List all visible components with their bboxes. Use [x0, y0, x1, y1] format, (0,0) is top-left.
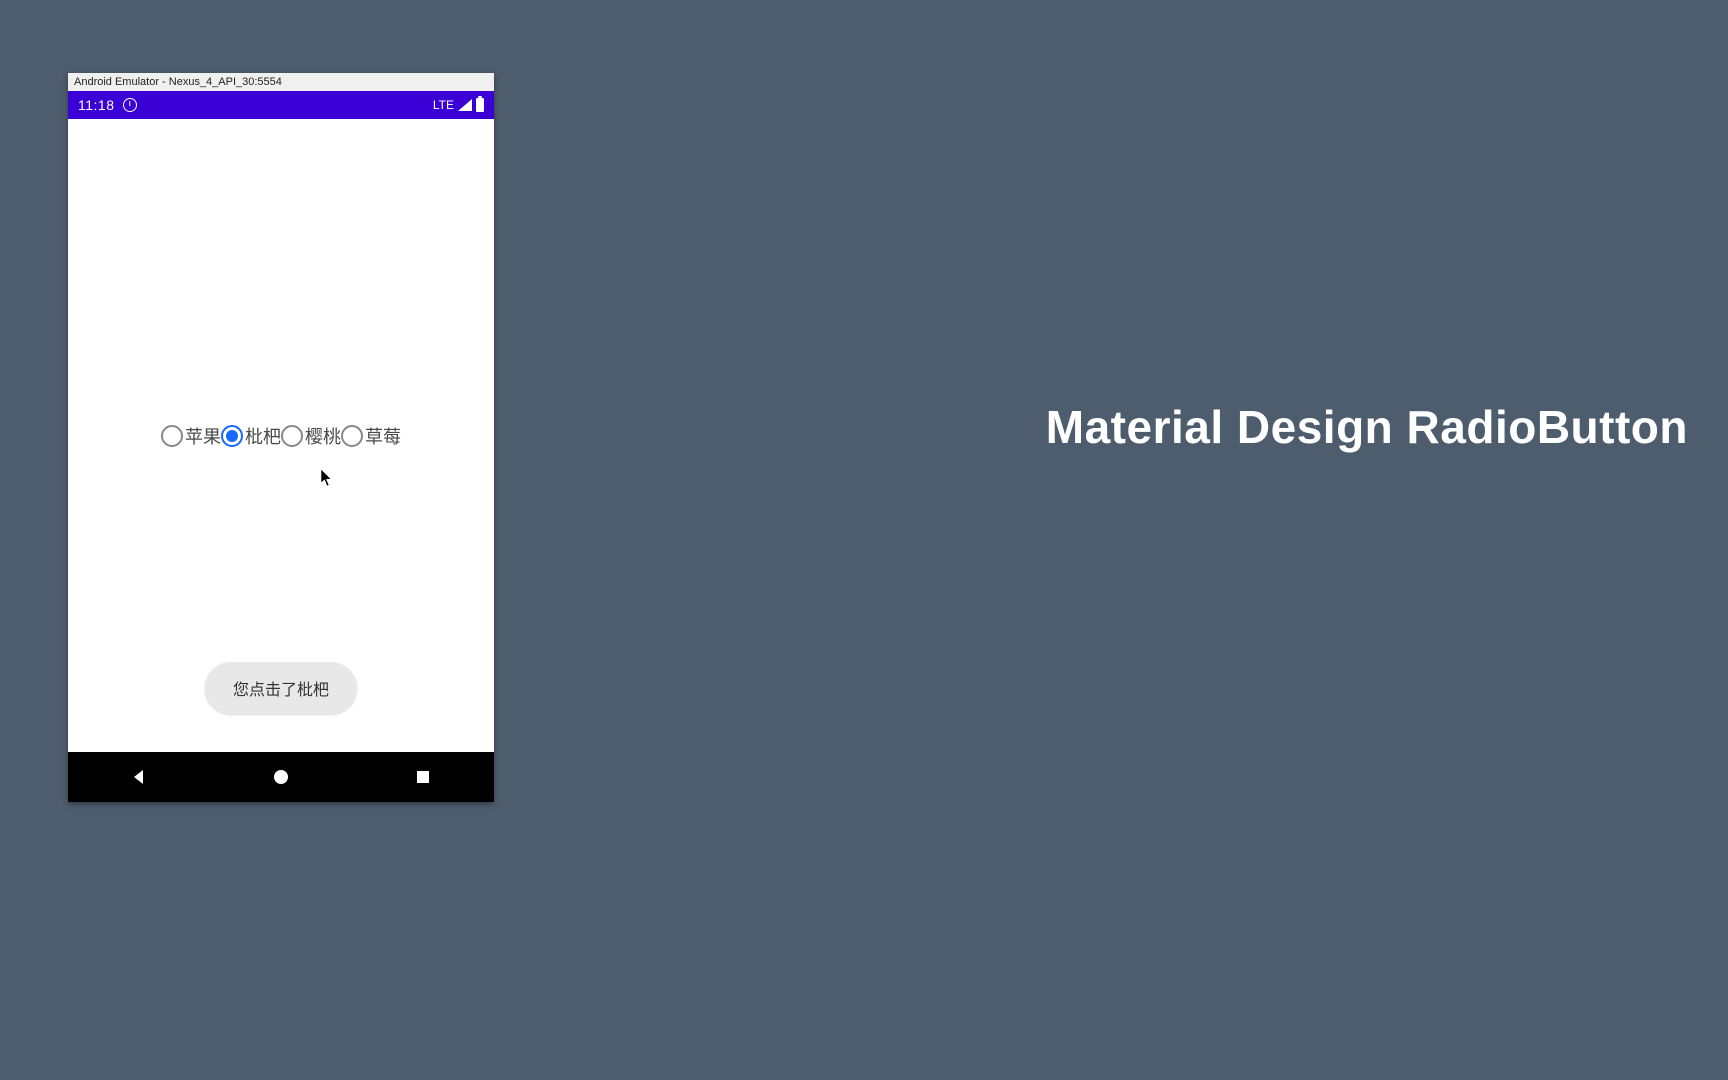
toast-text: 您点击了枇杷 — [233, 682, 329, 699]
nav-recent-button[interactable] — [393, 768, 453, 786]
radio-group: 苹果 枇杷 樱桃 草莓 — [161, 423, 401, 449]
radio-icon — [161, 425, 183, 447]
radio-icon — [341, 425, 363, 447]
nav-back-button[interactable] — [109, 768, 169, 786]
radio-label: 枇杷 — [245, 423, 281, 449]
radio-label: 草莓 — [365, 423, 401, 449]
radio-label: 苹果 — [185, 423, 221, 449]
toast: 您点击了枇杷 — [205, 662, 357, 714]
emulator-window: Android Emulator - Nexus_4_API_30:5554 1… — [68, 73, 494, 802]
slide-title: Material Design RadioButton — [1046, 400, 1688, 454]
radio-option-strawberry[interactable]: 草莓 — [341, 423, 401, 449]
nav-home-button[interactable] — [251, 768, 311, 786]
radio-icon — [221, 425, 243, 447]
device-screen: 11:18 LTE 苹果 枇杷 — [68, 91, 494, 802]
debug-icon — [123, 98, 137, 112]
slide-title-text: Material Design RadioButton — [1046, 401, 1688, 453]
radio-option-apple[interactable]: 苹果 — [161, 423, 221, 449]
radio-option-loquat[interactable]: 枇杷 — [221, 423, 281, 449]
network-label: LTE — [433, 98, 454, 112]
radio-icon — [281, 425, 303, 447]
signal-icon — [458, 99, 472, 111]
emulator-titlebar: Android Emulator - Nexus_4_API_30:5554 — [68, 73, 494, 91]
status-bar: 11:18 LTE — [68, 91, 494, 119]
app-content: 苹果 枇杷 樱桃 草莓 您点击了枇杷 — [68, 119, 494, 752]
clock-text: 11:18 — [78, 97, 115, 113]
battery-icon — [476, 98, 484, 112]
radio-label: 樱桃 — [305, 423, 341, 449]
emulator-title: Android Emulator - Nexus_4_API_30:5554 — [74, 76, 282, 88]
cursor-icon — [320, 469, 334, 492]
nav-bar — [68, 752, 494, 802]
radio-option-cherry[interactable]: 樱桃 — [281, 423, 341, 449]
